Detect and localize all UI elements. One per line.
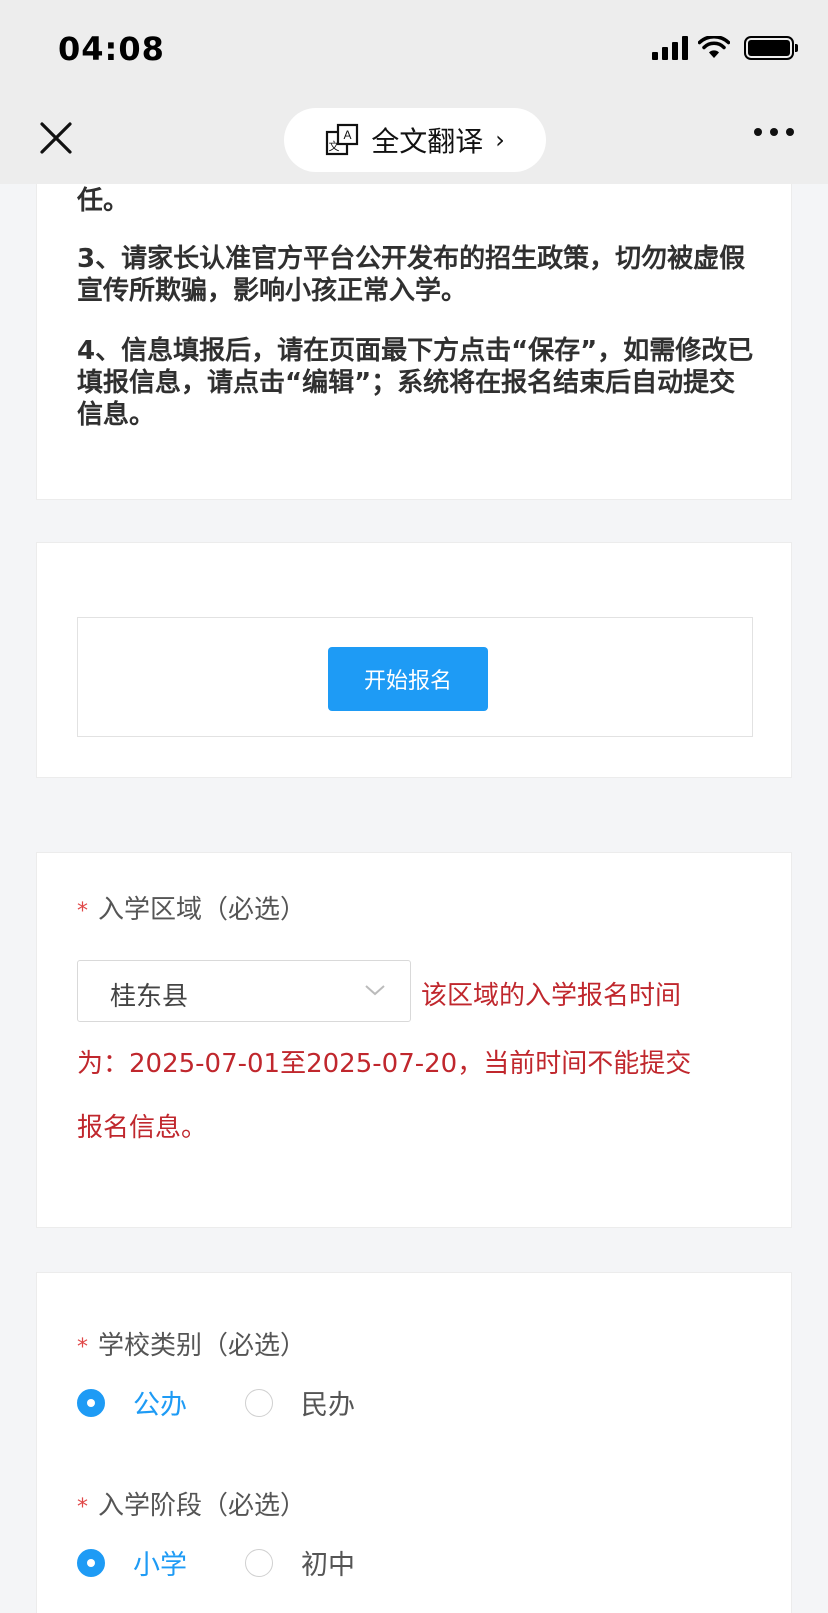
radio-private[interactable]: [245, 1388, 273, 1417]
region-label-text: 入学区域（必选）: [98, 895, 307, 925]
notice-card: 任。 3、请家长认准官方平台公开发布的招生政策，切勿被虚假宣传所欺骗，影响小孩正…: [36, 150, 792, 500]
dot-icon: [786, 128, 794, 136]
radio-primary-label[interactable]: 小学: [133, 1543, 187, 1582]
notice-line-tail: 任。: [77, 186, 130, 216]
start-registration-box: 开始报名: [77, 617, 753, 737]
cellular-signal-icon: [652, 36, 688, 60]
stage-label: * 入学阶段（必选）: [77, 1485, 306, 1522]
stage-label-text: 入学阶段（必选）: [98, 1491, 307, 1521]
chevron-right-icon: ›: [495, 126, 505, 154]
required-mark: *: [77, 1495, 88, 1520]
dot-icon: [754, 128, 762, 136]
translate-icon: A 文: [326, 123, 359, 156]
region-select-value: 桂东县: [110, 982, 189, 1012]
school-type-label-text: 学校类别（必选）: [98, 1331, 307, 1361]
dot-icon: [770, 128, 778, 136]
radio-public-label[interactable]: 公办: [133, 1383, 187, 1422]
chevron-down-icon: [365, 985, 385, 996]
close-icon[interactable]: [36, 118, 76, 158]
region-warning-line-1: 该区域的入学报名时间: [421, 981, 682, 1011]
notice-item-3: 3、请家长认准官方平台公开发布的招生政策，切勿被虚假宣传所欺骗，影响小孩正常入学…: [77, 244, 746, 306]
required-mark: *: [77, 899, 88, 924]
svg-text:文: 文: [329, 139, 340, 153]
region-select[interactable]: 桂东县: [77, 960, 411, 1022]
translate-label: 全文翻译: [371, 125, 484, 158]
stage-options: 小学 初中: [77, 1543, 355, 1582]
region-card: * 入学区域（必选） 桂东县 该区域的入学报名时间 为：2025-07-01至20…: [36, 852, 792, 1228]
radio-public[interactable]: [77, 1388, 105, 1417]
start-registration-button[interactable]: 开始报名: [328, 647, 488, 711]
region-label: * 入学区域（必选）: [77, 889, 306, 926]
region-warning-line-3: 报名信息。: [77, 1113, 208, 1143]
status-time: 04:08: [58, 30, 165, 68]
school-type-label: * 学校类别（必选）: [77, 1325, 306, 1362]
radio-junior-label[interactable]: 初中: [301, 1543, 355, 1582]
region-warning-line-2: 为：2025-07-01至2025-07-20，当前时间不能提交: [77, 1049, 692, 1079]
translate-button[interactable]: A 文 全文翻译 ›: [284, 108, 546, 172]
top-bar: 04:08 A 文 全文翻译 ›: [0, 0, 828, 184]
school-type-card: * 学校类别（必选） 公办 民办 * 入学阶段（必选） 小学 初中: [36, 1272, 792, 1613]
required-mark: *: [77, 1335, 88, 1360]
more-options-button[interactable]: [754, 128, 794, 136]
school-type-options: 公办 民办: [77, 1383, 355, 1422]
svg-text:A: A: [344, 128, 352, 142]
battery-icon: [744, 36, 798, 60]
radio-private-label[interactable]: 民办: [301, 1383, 355, 1422]
start-registration-card: 开始报名: [36, 542, 792, 778]
notice-item-4: 4、信息填报后，请在页面最下方点击“保存”，如需修改已填报信息，请点击“编辑”；…: [77, 336, 754, 430]
radio-primary[interactable]: [77, 1548, 105, 1577]
radio-junior[interactable]: [245, 1548, 273, 1577]
wifi-icon: [698, 36, 730, 58]
status-icons: [652, 36, 798, 60]
